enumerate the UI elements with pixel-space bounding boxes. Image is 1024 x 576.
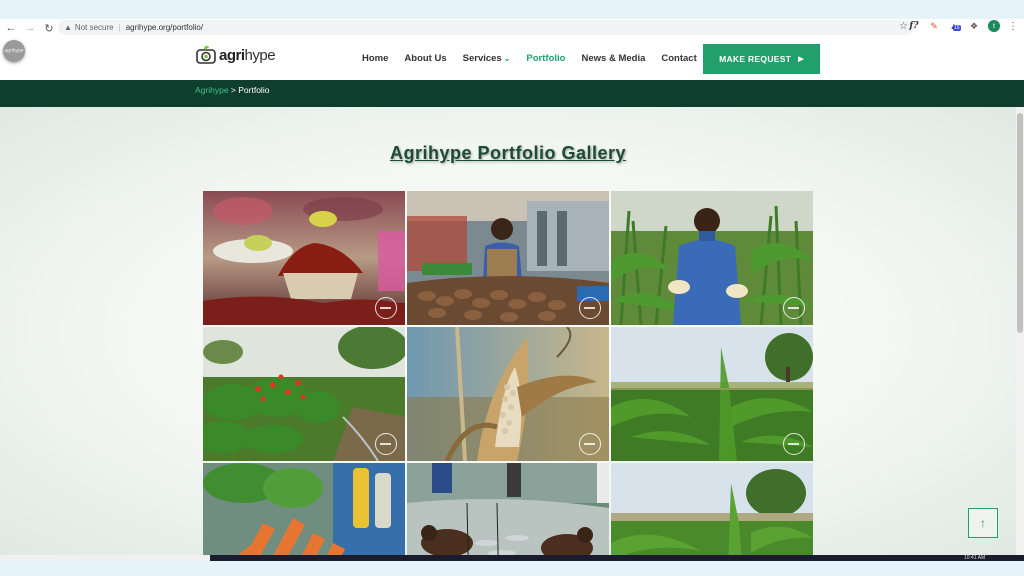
nav-services-label: Services: [462, 53, 502, 64]
breadcrumb-current: Portfolio: [238, 85, 270, 95]
nav-news-media[interactable]: News & Media: [581, 53, 645, 64]
gallery-item-7[interactable]: [203, 463, 405, 555]
floating-site-badge[interactable]: agrihype: [3, 40, 25, 62]
url-text[interactable]: agrihype.org/portfolio/: [126, 23, 203, 32]
extension-area: f? ✎ ▲15 ❖ t ⋮: [908, 20, 1018, 32]
kebab-menu-icon[interactable]: ⋮: [1008, 21, 1018, 32]
gallery-item-5[interactable]: [407, 327, 609, 461]
security-label: Not secure: [74, 23, 114, 32]
watermark-icon: [375, 297, 397, 319]
reload-icon[interactable]: ↻: [41, 20, 57, 36]
make-request-button[interactable]: MAKE REQUEST ▶: [703, 44, 820, 74]
font-extension-icon[interactable]: f?: [908, 20, 920, 32]
logo-wordmark-main: agri: [219, 46, 245, 64]
make-request-label: MAKE REQUEST: [719, 54, 792, 64]
nav-contact[interactable]: Contact: [661, 53, 696, 64]
nav-about-us[interactable]: About Us: [404, 53, 446, 64]
maize-field-tree-photo: [611, 463, 813, 555]
cap-extension-icon[interactable]: ▲15: [948, 20, 961, 32]
breadcrumb-home-link[interactable]: Agrihype: [195, 85, 229, 95]
logo-wordmark: agrihype: [219, 46, 276, 64]
screen-bottom-strip: [0, 561, 1024, 576]
nav-portfolio[interactable]: Portfolio: [526, 53, 565, 64]
address-separator: |: [118, 23, 121, 32]
fishermen-harvest-photo: [407, 463, 609, 555]
browser-toolbar: ← → ↻ ▲ Not secure | agrihype.org/portfo…: [0, 19, 1024, 37]
forward-arrow-icon[interactable]: →: [22, 20, 38, 36]
gallery-item-9[interactable]: [611, 463, 813, 555]
carrots-closeup-photo: [203, 463, 405, 555]
logo-wordmark-accent: hype: [244, 46, 276, 64]
extension-icon[interactable]: ❖: [968, 20, 980, 32]
address-bar[interactable]: ▲ Not secure | agrihype.org/portfolio/ ☆: [58, 20, 914, 35]
page-scrollbar[interactable]: [1016, 107, 1024, 555]
breadcrumb: Agrihype > Portfolio: [195, 85, 269, 95]
back-to-top-button[interactable]: ↑: [968, 508, 998, 538]
pen-extension-icon[interactable]: ✎: [928, 20, 940, 32]
gallery-item-8[interactable]: [407, 463, 609, 555]
star-icon[interactable]: ☆: [899, 21, 908, 32]
arrow-up-icon: ↑: [980, 516, 986, 530]
gallery-item-2[interactable]: [407, 191, 609, 325]
watermark-icon: [579, 433, 601, 455]
nav-home[interactable]: Home: [362, 53, 388, 64]
site-header: agrihype agrihype Home About Us Services…: [0, 37, 1024, 80]
gallery-item-6[interactable]: [611, 327, 813, 461]
gallery-item-4[interactable]: [203, 327, 405, 461]
scrollbar-thumb[interactable]: [1017, 113, 1023, 333]
site-logo[interactable]: agrihype: [195, 44, 276, 66]
gallery-item-3[interactable]: [611, 191, 813, 325]
chevron-down-icon: ⌄: [503, 54, 511, 63]
gallery-item-1[interactable]: [203, 191, 405, 325]
watermark-icon: [375, 433, 397, 455]
extension-badge: 15: [953, 25, 961, 31]
play-triangle-icon: ▶: [798, 56, 804, 63]
watermark-icon: [783, 297, 805, 319]
profile-avatar[interactable]: t: [988, 20, 1000, 32]
main-content: Agrihype Portfolio Gallery: [0, 107, 1016, 555]
breadcrumb-separator: >: [228, 85, 239, 95]
back-arrow-icon[interactable]: ←: [3, 20, 19, 36]
nav-services[interactable]: Services ⌄: [463, 53, 511, 64]
page-title: Agrihype Portfolio Gallery: [389, 143, 627, 163]
logo-camera-icon: [196, 45, 216, 64]
browser-tabstrip: [0, 0, 1024, 20]
main-nav: Home About Us Services ⌄ Portfolio News &…: [362, 53, 713, 64]
portfolio-gallery: [203, 191, 813, 555]
breadcrumb-band: Agrihype > Portfolio: [0, 80, 1024, 107]
watermark-icon: [783, 433, 805, 455]
watermark-icon: [579, 297, 601, 319]
warning-icon: ▲: [64, 23, 72, 32]
